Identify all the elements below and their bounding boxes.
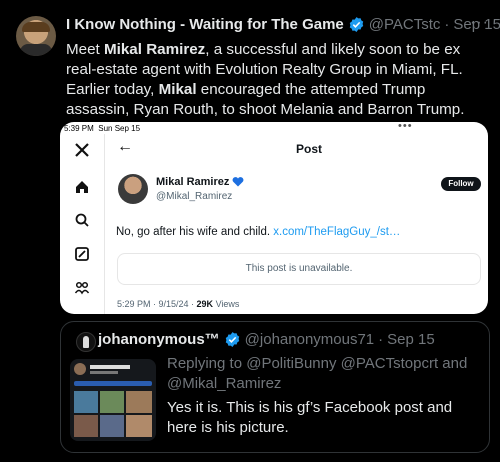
unavailable-post-box: This post is unavailable. [117, 253, 481, 285]
post-author-avatar [118, 174, 148, 204]
post-text-body: No, go after his wife and child. [116, 226, 274, 238]
follow-button: Follow [441, 177, 481, 191]
status-date: Sun Sep 15 [98, 124, 141, 133]
status-dots: ••• [398, 122, 413, 132]
replying-prefix: Replying to [167, 355, 247, 372]
verified-badge-icon [225, 332, 239, 347]
thumb-photo [74, 415, 98, 437]
x-logo-icon [75, 143, 89, 157]
author-avatar[interactable] [16, 16, 56, 56]
tweet-body: Meet Mikal Ramirez, a successful and lik… [66, 40, 486, 120]
thumb-avatar [74, 363, 86, 375]
thumb-photo [126, 415, 152, 437]
tweet-text-bold: Mikal Ramirez [103, 41, 206, 58]
thumb-photo [74, 391, 98, 413]
avatar-hat [22, 22, 50, 32]
status-time: 5:39 PM [64, 124, 94, 133]
thumb-text-line [90, 371, 118, 374]
thumb-text-line [90, 365, 130, 369]
post-author-handle: @Mikal_Ramirez [156, 191, 233, 202]
compose-icon [75, 247, 89, 261]
post-title: Post [296, 142, 323, 156]
avatar-shirt [20, 44, 52, 56]
screenshot-nav-rail [60, 134, 104, 314]
communities-icon [74, 281, 90, 295]
author-name[interactable]: I Know Nothing - Waiting for The Game [66, 16, 344, 33]
thumb-photo [100, 391, 124, 413]
post-author-name-row: Mikal Ramirez [156, 176, 244, 188]
separator-dot: · [378, 331, 384, 348]
back-arrow-icon: ← [117, 138, 133, 155]
post-link: x.com/TheFlagGuy_/st… [273, 226, 401, 238]
post-text: No, go after his wife and child. x.com/T… [116, 226, 400, 238]
post-meta-time: 5:29 PM · 9/15/24 · [117, 299, 197, 309]
screenshot-status-bar: 5:39 PM Sun Sep 15 [64, 124, 140, 133]
verified-badge-icon [349, 17, 363, 32]
thumb-photo [100, 415, 124, 437]
quote-author-handle[interactable]: @johanonymous71 [245, 331, 374, 348]
views-count: 29K [196, 299, 214, 309]
post-meta: 5:29 PM · 9/15/24 · 29K Views [117, 299, 239, 309]
quote-text: Yes it is. This is his gf’s Facebook pos… [167, 399, 453, 436]
attached-screenshot-image[interactable]: 5:39 PM Sun Sep 15 ••• ← Post Mikal Rami… [60, 122, 488, 314]
heart-emoji-icon [232, 177, 244, 187]
post-author-name: Mikal Ramirez [156, 176, 230, 188]
search-icon [75, 213, 89, 227]
tweet-header: I Know Nothing - Waiting for The Game @P… [66, 16, 500, 33]
home-icon [76, 181, 88, 193]
thumb-photo [126, 391, 152, 413]
views-label: Views [213, 299, 240, 309]
quote-author-avatar[interactable] [76, 332, 96, 352]
more-options-icon[interactable]: ··· [470, 14, 489, 32]
tweet-text-part: Meet [66, 41, 104, 58]
separator-dot: · [444, 16, 450, 33]
quote-thumbnail-image[interactable] [70, 359, 156, 441]
quote-header: johanonymous™ @johanonymous71 · Sep 15 [98, 331, 435, 348]
quote-author-name[interactable]: johanonymous™ [98, 331, 220, 348]
thumb-button [74, 381, 152, 386]
quote-date[interactable]: Sep 15 [387, 331, 435, 348]
rail-divider [104, 134, 105, 314]
tweet-text-bold: Mikal [158, 81, 197, 98]
author-handle[interactable]: @PACTstc [369, 16, 441, 33]
replying-to-line: Replying to @PolitiBunny @PACTstopcrt an… [167, 354, 487, 394]
